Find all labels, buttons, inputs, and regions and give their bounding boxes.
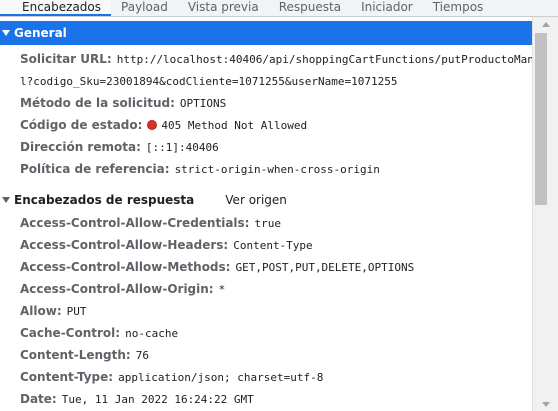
response-header-key: Date: <box>20 392 57 406</box>
response-header-value: Content-Type <box>233 238 313 252</box>
response-header-row: Access-Control-Allow-Origin: * <box>20 278 532 300</box>
method-row: Método de la solicitud: OPTIONS <box>20 92 532 114</box>
response-header-value: 76 <box>135 348 149 362</box>
method-value: OPTIONS <box>179 96 227 110</box>
response-header-key: Content-Length: <box>20 348 131 362</box>
tab-tiempos[interactable]: Tiempos <box>423 0 494 16</box>
scroll-down-arrow-icon[interactable] <box>533 397 558 411</box>
status-value: 405 Method Not Allowed <box>161 118 308 132</box>
status-error-icon <box>147 120 158 130</box>
general-title: General <box>14 26 67 40</box>
scroll-up-arrow-icon[interactable] <box>533 17 558 31</box>
response-headers-title: Encabezados de respuesta <box>14 193 195 207</box>
response-header-row: Content-Length: 76 <box>20 344 532 366</box>
response-header-key: Content-Type: <box>20 370 114 384</box>
request-url-value-line1: http://localhost:40406/api/shoppingCartF… <box>116 52 532 66</box>
caret-down-icon <box>2 197 10 203</box>
request-url-row-cont: l?codigo_Sku=23001894&codCliente=1071255… <box>20 70 532 92</box>
response-header-key: Access-Control-Allow-Origin: <box>20 282 214 296</box>
response-header-value: GET,POST,PUT,DELETE,OPTIONS <box>235 260 415 274</box>
response-header-key: Access-Control-Allow-Methods: <box>20 260 231 274</box>
tab-respuesta[interactable]: Respuesta <box>269 0 351 16</box>
response-header-row: Access-Control-Allow-Methods: GET,POST,PU… <box>20 256 532 278</box>
response-header-row: Access-Control-Allow-Credentials: true <box>20 212 532 234</box>
referrer-policy-value: strict-origin-when-cross-origin <box>174 162 380 176</box>
request-url-value-line2: l?codigo_Sku=23001894&codCliente=1071255… <box>20 74 398 88</box>
response-header-row: Date: Tue, 11 Jan 2022 16:24:22 GMT <box>20 388 532 410</box>
response-header-row: Content-Type: application/json; charset=u… <box>20 366 532 388</box>
general-section-header[interactable]: General <box>0 21 532 45</box>
referrer-policy-label: Política de referencia: <box>20 162 170 176</box>
headers-content: General Solicitar URL: http://localhost:… <box>0 17 532 411</box>
response-header-value: * <box>218 282 226 296</box>
tab-bar: Encabezados Payload Vista previa Respues… <box>0 0 558 17</box>
response-header-value: application/json; charset=utf-8 <box>118 370 324 384</box>
devtools-network-headers-panel: Encabezados Payload Vista previa Respues… <box>0 0 558 411</box>
response-header-value: Tue, 11 Jan 2022 16:24:22 GMT <box>61 392 254 406</box>
response-header-row: Cache-Control: no-cache <box>20 322 532 344</box>
response-header-row: Access-Control-Allow-Headers: Content-Typ… <box>20 234 532 256</box>
status-label: Código de estado: <box>20 118 143 132</box>
vertical-scrollbar[interactable] <box>532 17 558 411</box>
response-headers-section-header[interactable]: Encabezados de respuesta Ver origen <box>0 189 532 211</box>
response-header-key: Allow: <box>20 304 62 318</box>
response-header-key: Access-Control-Allow-Credentials: <box>20 216 250 230</box>
response-header-key: Access-Control-Allow-Headers: <box>20 238 229 252</box>
request-url-row: Solicitar URL: http://localhost:40406/ap… <box>20 48 532 70</box>
remote-address-value: [::1]:40406 <box>145 140 219 154</box>
response-header-row: Allow: PUT <box>20 300 532 322</box>
scroll-thumb[interactable] <box>535 33 547 205</box>
response-header-value: no-cache <box>125 326 179 340</box>
response-header-key: Cache-Control: <box>20 326 121 340</box>
referrer-policy-row: Política de referencia: strict-origin-wh… <box>20 158 532 180</box>
response-header-value: PUT <box>66 304 87 318</box>
status-row: Código de estado: 405 Method Not Allowed <box>20 114 532 136</box>
remote-address-label: Dirección remota: <box>20 140 141 154</box>
view-source-link[interactable]: Ver origen <box>225 193 287 207</box>
tab-vista-previa[interactable]: Vista previa <box>178 0 269 16</box>
response-header-value: true <box>254 216 281 230</box>
tab-payload[interactable]: Payload <box>111 0 178 16</box>
request-url-label: Solicitar URL: <box>20 52 112 66</box>
tab-encabezados[interactable]: Encabezados <box>0 0 112 16</box>
caret-down-icon <box>2 30 10 36</box>
remote-address-row: Dirección remota: [::1]:40406 <box>20 136 532 158</box>
tab-iniciador[interactable]: Iniciador <box>351 0 423 16</box>
method-label: Método de la solicitud: <box>20 96 175 110</box>
